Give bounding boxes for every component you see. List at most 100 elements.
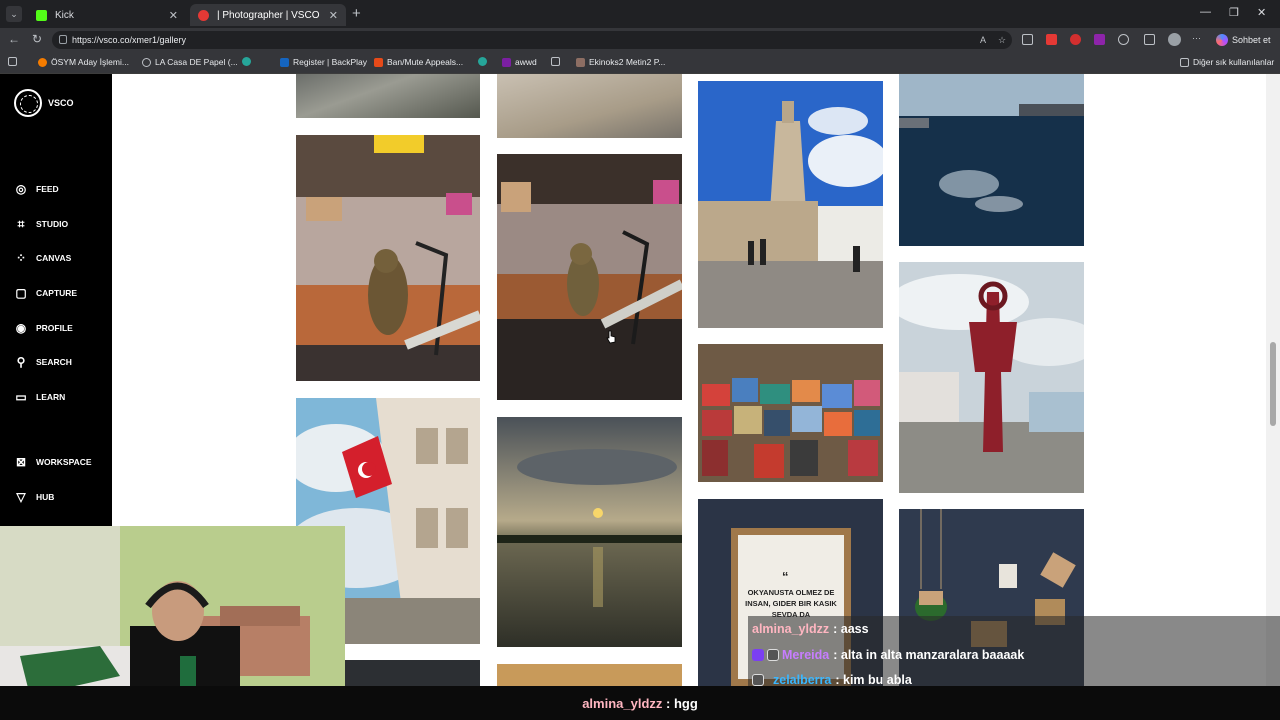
chat-username: Mereida — [782, 648, 830, 662]
capture-icon: ▢ — [15, 286, 27, 300]
sidebar-item-studio[interactable]: ⌗ STUDIO — [14, 217, 69, 231]
bookmark-edge[interactable] — [242, 57, 255, 66]
sidebar-item-label: STUDIO — [36, 219, 69, 229]
bookmark-banmute[interactable]: Ban/Mute Appeals... — [374, 57, 463, 67]
sidebar-item-label: HUB — [36, 492, 55, 502]
sidebar-item-workspace[interactable]: ⊠ WORKSPACE — [14, 455, 92, 469]
tab-bar: ⌄ Kick ✕ | Photographer | VSCO ✕ + — ❐ ✕ — [0, 0, 1280, 28]
lock-icon — [59, 35, 67, 44]
gallery-photo-maidens-tower[interactable] — [698, 81, 883, 328]
new-tab-icon[interactable]: + — [352, 6, 361, 21]
sidebar: VSCO ◎ FEED ⌗ STUDIO ⁘ CANVAS ▢ CAPTURE … — [0, 74, 112, 526]
chat-text: : hgg — [666, 696, 698, 711]
moderator-badge-icon — [767, 649, 779, 661]
extension-icon[interactable] — [1070, 34, 1081, 45]
chat-text: : alta in alta manzaralara baaaak — [833, 648, 1025, 662]
gallery-photo-postcards[interactable] — [698, 344, 883, 482]
chat-text: : kim bu abla — [835, 673, 912, 687]
sidebar-item-profile[interactable]: ◉ PROFILE — [14, 321, 73, 335]
close-window-icon[interactable]: ✕ — [1257, 6, 1266, 19]
workspace-icon: ⊠ — [15, 455, 27, 469]
address-bar[interactable]: https://vsco.co/xmer1/gallery A ☆ — [52, 31, 1012, 49]
bookmark-notes[interactable] — [551, 57, 564, 66]
page-scrollbar[interactable] — [1266, 74, 1280, 686]
scroll-thumb[interactable] — [1270, 342, 1276, 426]
copilot-button[interactable]: Sohbet et — [1216, 33, 1271, 47]
reload-icon[interactable]: ↻ — [32, 32, 42, 46]
tab-kick[interactable]: Kick ✕ — [28, 4, 186, 26]
profile-icon: ◉ — [15, 321, 27, 335]
gallery-photo-bosphorus-sea[interactable] — [899, 74, 1084, 246]
gallery-photo-cat-2[interactable] — [497, 154, 682, 400]
sidebar-item-label: FEED — [36, 184, 59, 194]
globe-icon: ◎ — [15, 182, 27, 196]
chat-text: : aass — [833, 622, 869, 636]
bookmark-edge2[interactable] — [478, 57, 491, 66]
close-icon[interactable]: ✕ — [169, 9, 178, 22]
gallery-photo-pavement[interactable] — [497, 74, 682, 138]
bookmark-label: Diğer sık kullanılanlar — [1193, 57, 1275, 67]
sidebar-item-label: LEARN — [36, 392, 66, 402]
bookmark-label: Register | BackPlay — [293, 57, 368, 67]
tab-vsco[interactable]: | Photographer | VSCO ✕ — [190, 4, 346, 26]
hub-icon: ▽ — [16, 490, 26, 504]
chat-message: almina_yldzz : aass — [752, 619, 869, 639]
extension-icon[interactable] — [1094, 34, 1105, 45]
chat-username: zelalberra — [773, 673, 832, 687]
sidebar-item-learn[interactable]: ▭ LEARN — [14, 390, 65, 404]
restore-icon[interactable]: ❐ — [1229, 6, 1239, 19]
copilot-icon — [1216, 34, 1228, 46]
copilot-label: Sohbet et — [1232, 35, 1271, 45]
gallery-photo-sunset-river[interactable] — [497, 417, 682, 647]
gallery-photo-partial[interactable] — [497, 664, 682, 686]
youtube-extension-icon[interactable] — [1046, 34, 1057, 45]
sidebar-item-label: SEARCH — [36, 357, 72, 367]
chat-ticker: almina_yldzz : hgg — [0, 696, 1280, 711]
bookmark-icon — [502, 57, 511, 67]
import-favorites-icon[interactable] — [8, 57, 21, 66]
bookmark-lacasa[interactable]: LA Casa DE Papel (... — [142, 57, 238, 67]
bookmark-ekinoks[interactable]: Ekinoks2 Metin2 P... — [576, 57, 665, 67]
vsco-logo-icon[interactable] — [14, 89, 42, 117]
bookmark-icon — [576, 57, 585, 67]
sidebar-item-search[interactable]: ⚲ SEARCH — [14, 355, 72, 369]
puzzle-icon[interactable] — [1118, 34, 1129, 45]
chat-username: almina_yldzz — [752, 622, 830, 636]
canvas-icon: ⁘ — [15, 251, 27, 265]
extension-icon[interactable] — [1022, 34, 1033, 45]
hand-cursor-icon — [606, 330, 616, 344]
sidebar-item-label: PROFILE — [36, 323, 73, 333]
tab-search-icon[interactable]: ⌄ — [6, 6, 22, 22]
gallery-photo-cat-1[interactable] — [296, 135, 480, 381]
gallery-photo-rocks[interactable] — [296, 74, 480, 118]
read-aloud-icon[interactable]: A — [980, 35, 986, 45]
folder-icon — [1180, 57, 1189, 67]
bookmark-osym[interactable]: ÖSYM Aday İşlemi... — [38, 57, 129, 67]
search-icon: ⚲ — [16, 355, 26, 369]
close-icon[interactable]: ✕ — [329, 9, 338, 22]
back-icon[interactable]: ← — [8, 32, 20, 46]
notes-icon — [551, 57, 560, 66]
bookmark-label: ÖSYM Aday İşlemi... — [51, 57, 129, 67]
subscriber-badge-icon — [752, 649, 764, 661]
bookmarks-bar: ÖSYM Aday İşlemi... LA Casa DE Papel (..… — [0, 52, 1280, 74]
minimize-icon[interactable]: — — [1200, 6, 1211, 18]
crop-icon: ⌗ — [17, 217, 25, 231]
sidebar-item-label: CAPTURE — [36, 288, 78, 298]
bookmark-backplay[interactable]: Register | BackPlay — [280, 57, 367, 67]
menu-icon[interactable]: ⋯ — [1192, 33, 1201, 44]
favorites-icon[interactable] — [1144, 34, 1155, 45]
bookmark-label: Ekinoks2 Metin2 P... — [589, 57, 666, 67]
sidebar-item-capture[interactable]: ▢ CAPTURE — [14, 286, 77, 300]
bookmark-label: awwd — [515, 57, 537, 67]
sidebar-item-feed[interactable]: ◎ FEED — [14, 182, 59, 196]
gallery-photo-monument[interactable] — [899, 262, 1084, 493]
bookmark-icon — [374, 57, 383, 67]
sidebar-item-canvas[interactable]: ⁘ CANVAS — [14, 251, 71, 265]
edge-icon — [478, 57, 487, 66]
avatar[interactable] — [1168, 33, 1181, 46]
favorite-icon[interactable]: ☆ — [998, 35, 1006, 46]
other-bookmarks[interactable]: Diğer sık kullanılanlar — [1180, 57, 1274, 67]
sidebar-item-hub[interactable]: ▽ HUB — [14, 490, 54, 504]
bookmark-awwd[interactable]: awwd — [502, 57, 537, 67]
